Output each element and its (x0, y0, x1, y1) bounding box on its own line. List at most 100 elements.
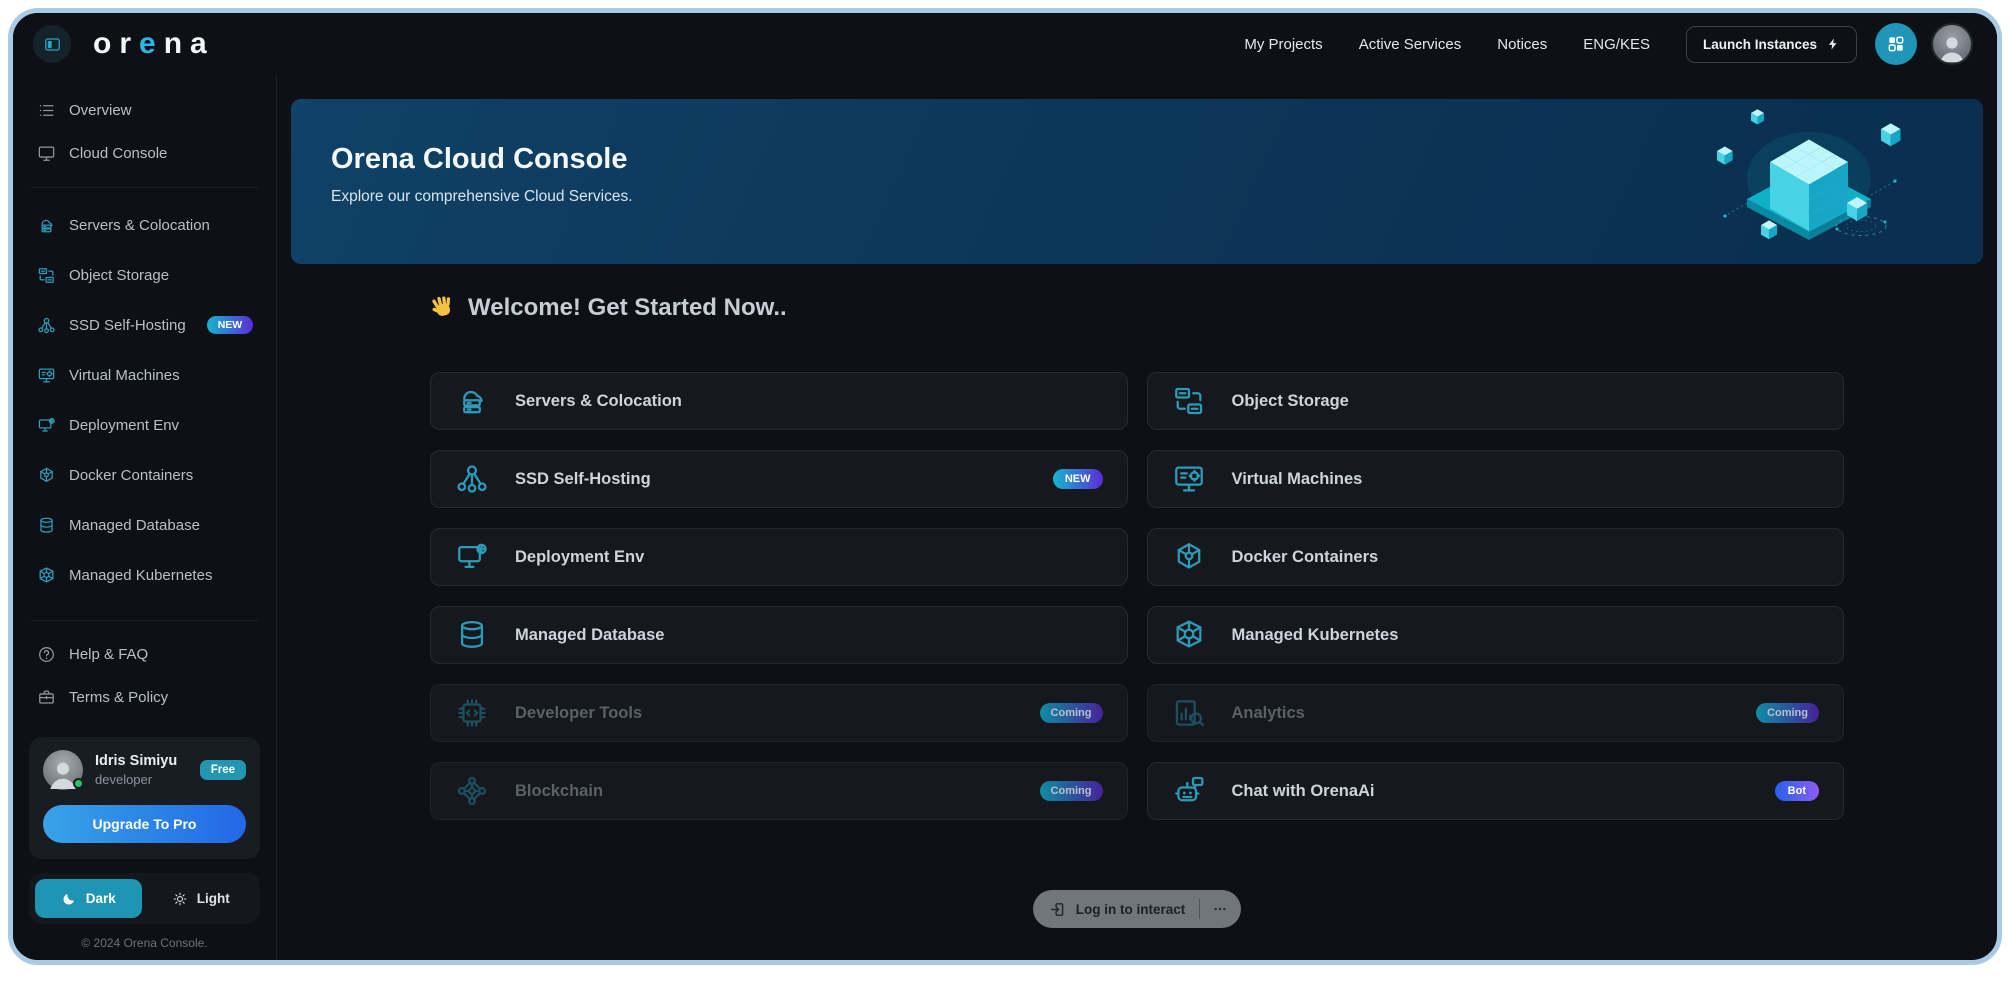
sidebar-item-object-storage[interactable]: Object Storage (29, 250, 260, 300)
launch-instances-button[interactable]: Launch Instances (1686, 26, 1857, 63)
coming-badge: Coming (1040, 703, 1103, 723)
new-badge: NEW (1053, 469, 1103, 489)
user-info: Idris Simiyu developer (95, 753, 188, 787)
service-card-docker-containers[interactable]: Docker Containers (1147, 528, 1845, 586)
docker-icon (37, 466, 56, 485)
coming-badge: Coming (1756, 703, 1819, 723)
user-name: Idris Simiyu (95, 753, 188, 769)
service-card-analytics[interactable]: AnalyticsComing (1147, 684, 1845, 742)
kubernetes-icon (1172, 618, 1206, 652)
sidebar-item-servers-colocation[interactable]: Servers & Colocation (29, 200, 260, 250)
copyright-text: © 2024 Orena Console. (29, 936, 260, 950)
moon-icon (61, 891, 77, 907)
welcome-title: Welcome! Get Started Now.. (468, 294, 787, 322)
sidebar-item-help-faq[interactable]: Help & FAQ (29, 633, 260, 676)
nav-item-notices[interactable]: Notices (1497, 36, 1547, 53)
terms-icon (37, 688, 56, 707)
docker-icon (1172, 540, 1206, 574)
isometric-cubes-illustration (1699, 103, 1919, 263)
sidebar-item-virtual-machines[interactable]: Virtual Machines (29, 350, 260, 400)
service-card-managed-kubernetes[interactable]: Managed Kubernetes (1147, 606, 1845, 664)
theme-dark-label: Dark (86, 891, 116, 906)
devtools-icon (455, 696, 489, 730)
login-icon (1049, 901, 1066, 918)
login-to-interact-button[interactable]: Log in to interact (1033, 890, 1242, 928)
person-icon (1935, 29, 1969, 65)
vm-icon (1172, 462, 1206, 496)
service-card-chat-with-orenaai[interactable]: Chat with OrenaAi Bot (1147, 762, 1845, 820)
card-title: Chat with OrenaAi (1232, 782, 1375, 801)
nav-item-active-services[interactable]: Active Services (1359, 36, 1462, 53)
sidebar-item-label: Cloud Console (69, 145, 167, 162)
service-card-ssd-self-hosting[interactable]: SSD Self-HostingNEW (430, 450, 1128, 508)
apps-grid-button[interactable] (1875, 23, 1917, 65)
theme-dark-button[interactable]: Dark (35, 879, 142, 918)
wave-icon (430, 295, 456, 321)
sidebar-toggle-button[interactable] (33, 25, 71, 63)
sidebar-item-managed-kubernetes[interactable]: Managed Kubernetes (29, 550, 260, 600)
sidebar-item-docker-containers[interactable]: Docker Containers (29, 450, 260, 500)
nav-item-eng-kes[interactable]: ENG/KES (1583, 36, 1650, 53)
user-row: Idris Simiyu developer Free (43, 750, 246, 790)
kubernetes-icon (37, 566, 56, 585)
sidebar-divider (31, 620, 258, 621)
card-title: Managed Database (515, 626, 664, 645)
sidebar-item-label: Overview (69, 102, 132, 119)
theme-light-button[interactable]: Light (148, 879, 255, 918)
app-window: orena My Projects Active Services Notices E… (8, 8, 2002, 965)
sidebar-general-nav: Overview Cloud Console (29, 89, 260, 175)
upgrade-to-pro-button[interactable]: Upgrade To Pro (43, 805, 246, 843)
database-icon (37, 516, 56, 535)
services-grid: Servers & Colocation Object Storage SSD Se… (430, 372, 1844, 820)
sidebar-services-nav: Servers & ColocationObject StorageSSD Se… (29, 200, 260, 600)
card-title: Servers & Colocation (515, 392, 682, 411)
sidebar-item-deployment-env[interactable]: Deployment Env (29, 400, 260, 450)
topbar-nav: My Projects Active Services Notices ENG/KES (1244, 36, 1650, 53)
sidebar-item-ssd-self-hosting[interactable]: SSD Self-Hosting NEW (29, 300, 260, 350)
sidebar-item-managed-database[interactable]: Managed Database (29, 500, 260, 550)
database-icon (455, 618, 489, 652)
online-status-dot (73, 778, 84, 789)
plan-badge: Free (200, 760, 246, 780)
service-card-blockchain[interactable]: BlockchainComing (430, 762, 1128, 820)
theme-toggle: Dark Light (29, 873, 260, 924)
hosting-icon (455, 462, 489, 496)
sidebar-item-label: Terms & Policy (69, 689, 168, 706)
server-icon (37, 216, 56, 235)
service-card-managed-database[interactable]: Managed Database (430, 606, 1128, 664)
user-role: developer (95, 772, 188, 787)
service-card-developer-tools[interactable]: Developer ToolsComing (430, 684, 1128, 742)
topbar: orena My Projects Active Services Notices E… (13, 13, 1997, 75)
service-card-object-storage[interactable]: Object Storage (1147, 372, 1845, 430)
card-title: Virtual Machines (1232, 470, 1363, 489)
bot-icon (1172, 774, 1206, 808)
storage-icon (1172, 384, 1206, 418)
sidebar-item-terms-policy[interactable]: Terms & Policy (29, 676, 260, 719)
launch-instances-label: Launch Instances (1703, 37, 1817, 52)
help-icon (37, 645, 56, 664)
theme-light-label: Light (197, 891, 230, 906)
sidebar-item-label: SSD Self-Hosting (69, 317, 186, 334)
more-options-button[interactable] (1204, 893, 1236, 925)
sidebar-item-cloud-console[interactable]: Cloud Console (29, 132, 260, 175)
user-avatar[interactable] (1931, 23, 1973, 65)
service-card-virtual-machines[interactable]: Virtual Machines (1147, 450, 1845, 508)
service-card-deployment-env[interactable]: Deployment Env (430, 528, 1128, 586)
new-badge: NEW (207, 316, 254, 334)
welcome-heading: Welcome! Get Started Now.. (430, 294, 1844, 322)
deploy-icon (37, 416, 56, 435)
deploy-icon (455, 540, 489, 574)
hosting-icon (37, 316, 56, 335)
login-label: Log in to interact (1076, 902, 1186, 917)
blockchain-icon (455, 774, 489, 808)
list-icon (37, 101, 56, 120)
sidebar-divider (31, 187, 258, 188)
nav-item-my-projects[interactable]: My Projects (1244, 36, 1322, 53)
service-card-servers-colocation[interactable]: Servers & Colocation (430, 372, 1128, 430)
brand-logo[interactable]: orena (93, 27, 215, 61)
bot-badge: Bot (1775, 781, 1819, 801)
sidebar-item-overview[interactable]: Overview (29, 89, 260, 132)
logo-text: or (93, 27, 139, 60)
sidebar-footer-nav: Help & FAQ Terms & Policy (29, 633, 260, 719)
vm-icon (37, 366, 56, 385)
